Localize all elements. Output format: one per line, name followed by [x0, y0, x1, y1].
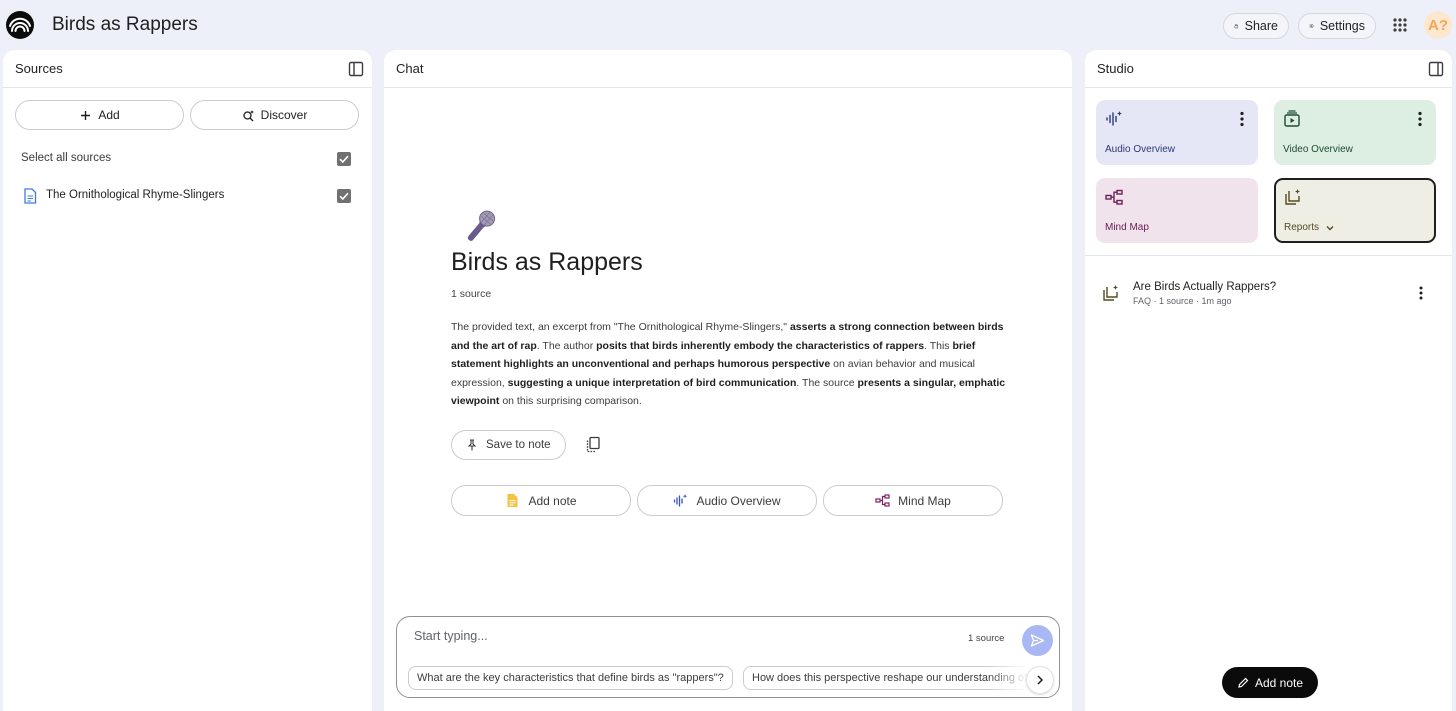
video-overview-tile-label: Video Overview	[1283, 144, 1353, 155]
report-icon	[1103, 285, 1118, 301]
gear-icon	[1309, 23, 1314, 29]
notebook-title[interactable]: Birds as Rappers	[52, 14, 198, 36]
discover-sources-button[interactable]: Discover	[190, 100, 359, 130]
share-label: Share	[1244, 19, 1278, 33]
reports-tile[interactable]: Reports	[1274, 178, 1436, 243]
suggestion-chip[interactable]: How does this perspective reshape our un…	[743, 666, 1028, 690]
save-to-note-button[interactable]: Save to note	[451, 430, 566, 460]
summary-highlight: posits that birds inherently embody the …	[596, 339, 925, 352]
more-vert-icon[interactable]	[1240, 111, 1244, 127]
audio-overview-tile-label: Audio Overview	[1105, 144, 1176, 155]
sources-header: Sources	[3, 50, 372, 88]
note-icon	[507, 494, 518, 507]
add-note-label: Add note	[1254, 675, 1304, 690]
audio-overview-action-button[interactable]: Audio Overview	[637, 485, 817, 516]
chevron-down-icon	[1326, 225, 1334, 230]
mind-map-icon	[1105, 189, 1123, 205]
summary-text: The provided text, an excerpt from "The …	[451, 321, 790, 333]
suggestion-chips: What are the key characteristics that de…	[408, 666, 1028, 692]
settings-label: Settings	[1319, 19, 1365, 33]
next-suggestions-button[interactable]	[1026, 666, 1054, 694]
sources-panel: Sources Add Discover Select all sources …	[3, 50, 372, 711]
audio-overview-tile[interactable]: Audio Overview	[1096, 100, 1258, 165]
mind-map-action-button[interactable]: Mind Map	[823, 485, 1003, 516]
save-to-note-label: Save to note	[486, 439, 551, 451]
chat-input[interactable]	[414, 629, 914, 643]
plus-icon	[81, 110, 91, 120]
add-note-button[interactable]: Add note	[1222, 667, 1318, 698]
mind-map-tile-label: Mind Map	[1105, 222, 1149, 233]
source-count: 1 source	[451, 288, 492, 300]
settings-button[interactable]: Settings	[1298, 13, 1376, 39]
more-vert-icon[interactable]	[1418, 111, 1422, 127]
studio-title: Studio	[1097, 61, 1134, 76]
panel-toggle-icon[interactable]	[348, 61, 364, 77]
studio-header: Studio	[1085, 50, 1452, 88]
chat-composer: 1 source What are the key characteristic…	[396, 616, 1060, 698]
avatar[interactable]: A?	[1424, 11, 1452, 39]
send-button[interactable]	[1022, 625, 1053, 656]
note-item-title[interactable]: Are Birds Actually Rappers?	[1133, 281, 1276, 293]
reports-tile-label: Reports	[1284, 222, 1320, 233]
summary-text: on this surprising comparison.	[499, 395, 642, 407]
source-item-name[interactable]: The Ornithological Rhyme-Slingers	[46, 189, 224, 201]
suggestion-fade	[988, 666, 1028, 692]
apps-grid-icon[interactable]	[1392, 17, 1408, 33]
composer-source-count: 1 source	[968, 633, 1005, 644]
checkbox-icon	[339, 155, 349, 164]
microphone-icon	[467, 210, 496, 241]
mind-map-icon	[875, 494, 890, 507]
audio-wave-icon	[674, 494, 688, 507]
report-icon	[1285, 189, 1300, 205]
notebook-summary: The provided text, an excerpt from "The …	[451, 318, 1007, 411]
studio-panel: Studio Audio Overview Video Overview Min…	[1085, 50, 1452, 711]
select-all-label: Select all sources	[21, 152, 112, 164]
chat-header: Chat	[384, 50, 1072, 88]
sources-title: Sources	[15, 61, 63, 76]
add-source-button[interactable]: Add	[15, 100, 184, 130]
document-icon	[24, 188, 37, 204]
audio-wave-icon	[1106, 111, 1122, 126]
suggestion-chip[interactable]: What are the key characteristics that de…	[408, 666, 733, 690]
add-source-label: Add	[98, 108, 120, 122]
share-button[interactable]: Share	[1223, 13, 1289, 39]
video-icon	[1284, 110, 1300, 127]
summary-text: . The author	[536, 339, 597, 352]
lock-icon	[1234, 24, 1239, 29]
mind-map-action-label: Mind Map	[898, 493, 951, 508]
more-vert-icon[interactable]	[1419, 286, 1423, 300]
audio-overview-action-label: Audio Overview	[696, 493, 781, 508]
panel-toggle-icon[interactable]	[1428, 61, 1444, 77]
app-header: Birds as Rappers Share Settings A?	[0, 0, 1456, 50]
source-item-checkbox[interactable]	[337, 189, 351, 203]
send-icon	[1030, 634, 1045, 647]
checkbox-icon	[339, 192, 349, 201]
reports-tile-label-group: Reports	[1284, 222, 1335, 233]
discover-label: Discover	[260, 108, 308, 122]
summary-text: . The source	[796, 376, 858, 389]
pencil-icon	[1238, 677, 1249, 688]
copy-icon[interactable]	[585, 436, 601, 453]
select-all-checkbox[interactable]	[337, 152, 351, 166]
logo-icon[interactable]	[6, 11, 34, 39]
summary-highlight: suggesting a unique interpretation of bi…	[507, 376, 797, 389]
chat-panel: Chat Birds as Rappers 1 source The provi…	[384, 50, 1072, 711]
mind-map-tile[interactable]: Mind Map	[1096, 178, 1258, 243]
add-note-action-label: Add note	[528, 493, 577, 508]
pin-icon	[467, 439, 477, 451]
studio-divider	[1085, 255, 1452, 256]
chat-title: Chat	[396, 61, 424, 76]
discover-icon	[243, 109, 254, 121]
note-item-meta: FAQ · 1 source · 1m ago	[1133, 296, 1232, 306]
add-note-action-button[interactable]: Add note	[451, 485, 631, 516]
summary-text: . This	[924, 339, 953, 352]
notebook-heading: Birds as Rappers	[451, 248, 643, 276]
chevron-right-icon	[1037, 675, 1044, 685]
video-overview-tile[interactable]: Video Overview	[1274, 100, 1436, 165]
